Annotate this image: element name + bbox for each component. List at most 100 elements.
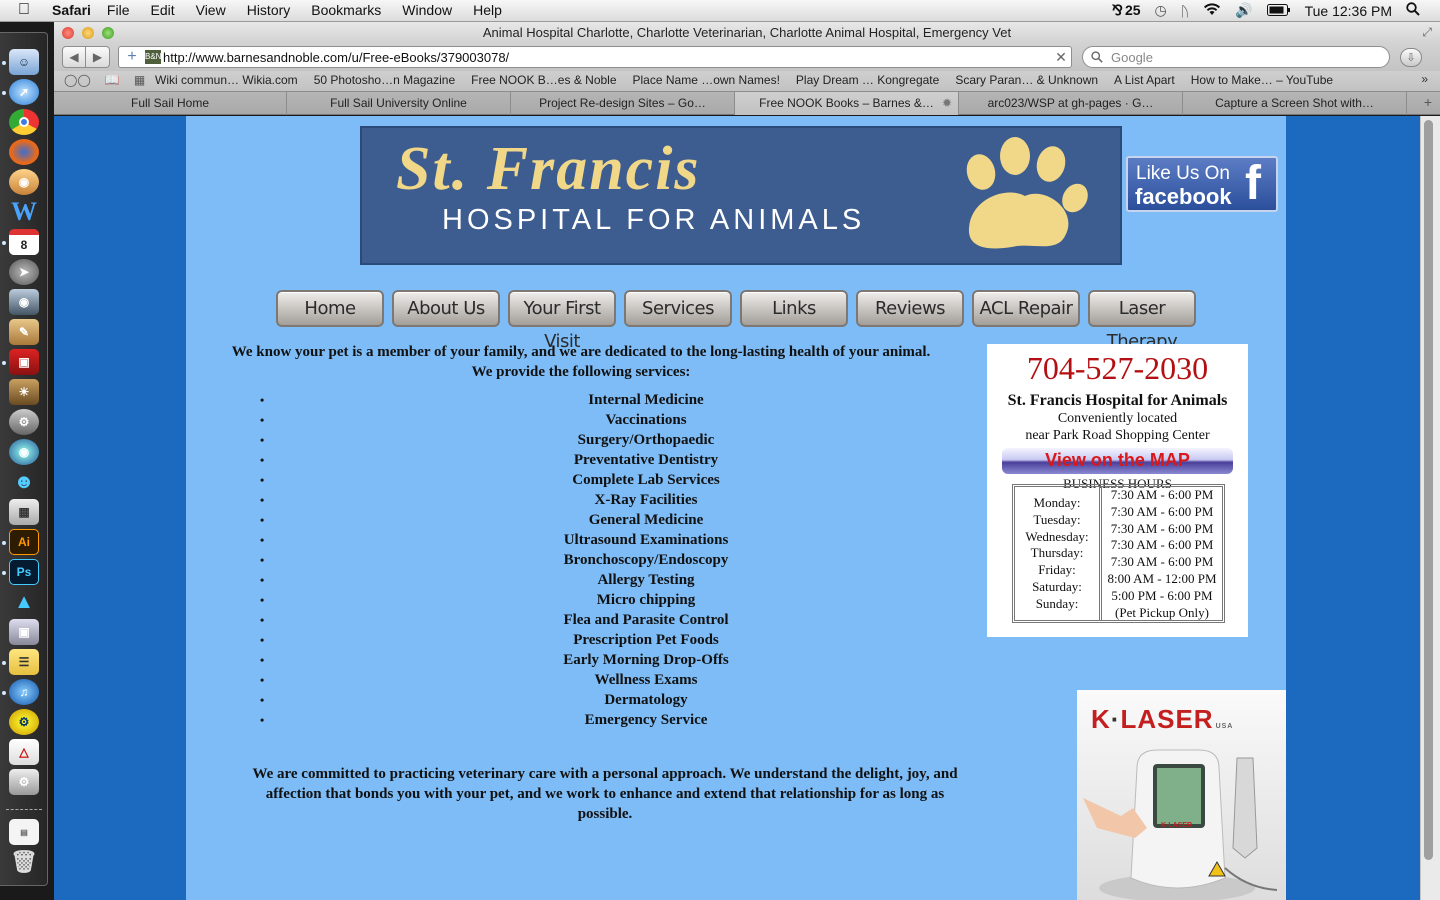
address-bar[interactable]: + B&N http://www.barnesandnoble.com/u/Fr… xyxy=(118,46,1072,68)
tab-full-sail-home[interactable]: Full Sail Home xyxy=(54,92,287,115)
hospital-banner[interactable]: St. Francis HOSPITAL FOR ANIMALS xyxy=(360,126,1122,265)
tab-free-nook-books[interactable]: Free NOOK Books – Barnes &… ✹ xyxy=(735,92,959,115)
tab-full-sail-online[interactable]: Full Sail University Online xyxy=(287,92,511,115)
acrobat-icon[interactable]: △ xyxy=(9,739,39,765)
documents-stack-icon[interactable]: ▤ xyxy=(9,819,39,845)
notes-app-icon[interactable]: ✎ xyxy=(9,319,39,345)
stop-loading-icon[interactable]: ✕ xyxy=(1051,49,1071,66)
nav-home[interactable]: Home xyxy=(276,290,384,327)
rocket-icon[interactable]: ➤ xyxy=(9,259,39,285)
tab-arc023-github[interactable]: arc023/WSP at gh-pages · G… xyxy=(959,92,1183,115)
services-list: • Internal Medicine • Vaccinations • Surger… xyxy=(256,390,936,730)
firefox-icon[interactable] xyxy=(9,139,39,165)
bookmark-item[interactable]: Wiki commun… Wikia.com xyxy=(155,73,298,87)
preview-icon[interactable]: ▣ xyxy=(9,619,39,645)
more-bookmarks-chevron-icon[interactable]: » xyxy=(1421,72,1428,86)
app-icon[interactable]: ◉ xyxy=(9,169,39,195)
chrome-icon[interactable] xyxy=(9,109,39,135)
menu-help[interactable]: Help xyxy=(473,2,502,18)
klaser-ad[interactable]: K·LASER USA K-LASER xyxy=(1077,690,1286,900)
facetime-icon[interactable]: ◉ xyxy=(9,289,39,315)
iphoto-icon[interactable]: ☀ xyxy=(9,379,39,405)
nav-laser-therapy[interactable]: Laser Therapy xyxy=(1088,290,1196,352)
bookmark-item[interactable]: 50 Photosho…n Magazine xyxy=(314,73,455,87)
itunes-icon[interactable]: ♫ xyxy=(9,679,39,705)
menu-window[interactable]: Window xyxy=(402,2,452,18)
tab-project-redesign[interactable]: Project Re-design Sites – Go… xyxy=(511,92,735,115)
calendar-icon[interactable]: 8 xyxy=(9,229,39,255)
search-field[interactable]: Google xyxy=(1082,46,1390,68)
spotlight-icon[interactable] xyxy=(1406,2,1420,19)
nav-reviews[interactable]: Reviews xyxy=(856,290,964,327)
adobe-updater-icon[interactable]: ⅋ 25 xyxy=(1112,2,1141,19)
calculator-icon[interactable]: ▦ xyxy=(9,499,39,525)
list-item: • Micro chipping xyxy=(256,590,936,610)
back-button[interactable]: ◀ xyxy=(62,46,86,68)
service-name: Internal Medicine xyxy=(588,392,704,408)
droplet-app-icon[interactable]: ▲ xyxy=(9,589,39,615)
automator-icon[interactable]: ⚙ xyxy=(9,769,39,795)
search-placeholder: Google xyxy=(1111,49,1153,65)
trash-icon[interactable]: 🗑 xyxy=(9,849,39,875)
network-globe-icon[interactable]: ◉ xyxy=(9,439,39,465)
stickies-icon[interactable]: ☰ xyxy=(9,649,39,675)
reading-list-icon[interactable]: ◯◯ xyxy=(64,73,91,87)
system-preferences-icon[interactable]: ⚙ xyxy=(9,409,39,435)
menu-app-safari[interactable]: Safari xyxy=(52,2,91,18)
menu-edit[interactable]: Edit xyxy=(150,2,174,18)
finder-icon[interactable]: ☺ xyxy=(9,49,39,75)
fullscreen-icon[interactable]: ⤢ xyxy=(1422,25,1432,40)
app-menus: Safari File Edit View History Bookmarks … xyxy=(52,2,523,18)
illustrator-icon[interactable]: Ai xyxy=(9,529,39,555)
view-map-button[interactable]: View on the MAP xyxy=(1002,448,1233,474)
new-tab-button[interactable]: + xyxy=(1424,94,1432,110)
menu-file[interactable]: File xyxy=(107,2,130,18)
bookmark-item[interactable]: A List Apart xyxy=(1114,73,1175,87)
contacts-people-icon[interactable]: ☻ xyxy=(9,469,39,495)
bookmark-item[interactable]: Place Name …own Names! xyxy=(633,73,780,87)
tab-capture-screenshot[interactable]: Capture a Screen Shot with… xyxy=(1183,92,1407,115)
bookmark-item[interactable]: Play Dream … Kongregate xyxy=(796,73,939,87)
dock-running-indicator xyxy=(2,541,6,545)
photo-booth-icon[interactable]: ▣ xyxy=(9,349,39,375)
nav-links[interactable]: Links xyxy=(740,290,848,327)
bookmarks-book-icon[interactable]: 📖 xyxy=(105,73,120,87)
wifi-icon[interactable] xyxy=(1203,2,1221,19)
list-bullet: • xyxy=(260,473,265,487)
time-machine-icon[interactable]: ◷ xyxy=(1155,2,1167,19)
nav-about-us[interactable]: About Us xyxy=(392,290,500,327)
archive-app-icon[interactable]: ⚙ xyxy=(9,709,39,735)
battery-icon[interactable] xyxy=(1266,3,1291,19)
nav-acl-repair[interactable]: ACL Repair xyxy=(972,290,1080,327)
bookmark-item[interactable]: Scary Paran… & Unknown xyxy=(955,73,1098,87)
apple-menu-icon[interactable]:  xyxy=(18,1,30,19)
top-sites-grid-icon[interactable]: ▦ xyxy=(134,73,145,87)
forward-button[interactable]: ▶ xyxy=(86,46,110,68)
menu-history[interactable]: History xyxy=(247,2,291,18)
menu-bookmarks[interactable]: Bookmarks xyxy=(311,2,381,18)
klaser-logo-suffix: USA xyxy=(1215,723,1234,730)
list-item: • Emergency Service xyxy=(256,710,936,730)
tab-bar: Full Sail Home Full Sail University Onli… xyxy=(54,91,1440,115)
nav-services[interactable]: Services xyxy=(624,290,732,327)
bookmark-item[interactable]: How to Make… – YouTube xyxy=(1191,73,1333,87)
add-bookmark-icon[interactable]: + xyxy=(119,48,145,66)
day-label: Monday: xyxy=(1033,495,1081,510)
menu-view[interactable]: View xyxy=(196,2,226,18)
downloads-icon[interactable]: ⇩ xyxy=(1400,48,1422,67)
volume-icon[interactable]: 🔊 xyxy=(1235,2,1252,19)
url-text[interactable]: http://www.barnesandnoble.com/u/Free-eBo… xyxy=(163,50,1051,65)
safari-icon[interactable]: ➚ xyxy=(9,79,39,105)
browser-toolbar: ◀ ▶ + B&N http://www.barnesandnoble.com/… xyxy=(54,44,1440,71)
clock[interactable]: Tue 12:36 PM xyxy=(1305,3,1392,19)
vertical-scrollbar[interactable] xyxy=(1420,116,1440,900)
wordpress-icon[interactable]: W xyxy=(9,197,39,226)
phone-number[interactable]: 704-527-2030 xyxy=(987,350,1248,386)
bookmark-item[interactable]: Free NOOK B…es & Noble xyxy=(471,73,616,87)
scrollbar-thumb[interactable] xyxy=(1424,120,1433,860)
facebook-like-badge[interactable]: Like Us On facebook f xyxy=(1126,156,1278,212)
service-name: Complete Lab Services xyxy=(572,472,720,488)
photoshop-icon[interactable]: Ps xyxy=(9,559,39,585)
bluetooth-icon[interactable]: ᚢ xyxy=(1181,3,1189,19)
nav-your-first-visit[interactable]: Your First Visit xyxy=(508,290,616,352)
